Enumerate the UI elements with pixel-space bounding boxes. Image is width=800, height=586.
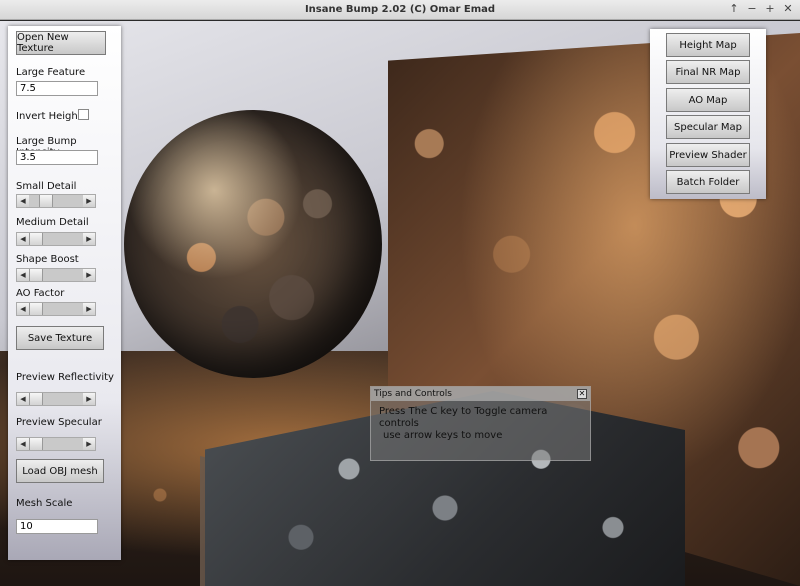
- ao-factor-label: AO Factor: [16, 288, 65, 299]
- close-icon[interactable]: ✕: [577, 389, 587, 399]
- tips-header[interactable]: Tips and Controls: [371, 387, 590, 401]
- tips-title: Tips and Controls: [374, 389, 452, 399]
- slider-track[interactable]: [29, 195, 83, 207]
- left-settings-panel: Open New Texture Large Feature 7.5 Inver…: [8, 26, 121, 560]
- arrow-right-icon[interactable]: ▶: [83, 195, 95, 207]
- large-feature-input[interactable]: 7.5: [16, 81, 98, 96]
- arrow-left-icon[interactable]: ◀: [17, 393, 29, 405]
- slider-thumb[interactable]: [29, 233, 43, 245]
- right-maps-panel: Height Map Final NR Map AO Map Specular …: [650, 29, 766, 199]
- tips-and-controls-window: Tips and Controls ✕ Press The C key to T…: [370, 386, 591, 461]
- shape-boost-slider[interactable]: ◀ ▶: [16, 268, 96, 282]
- small-detail-label: Small Detail: [16, 181, 77, 192]
- preview-reflectivity-label: Preview Reflectivity: [16, 372, 114, 383]
- slider-track[interactable]: [29, 393, 83, 405]
- slider-track[interactable]: [29, 303, 83, 315]
- preview-specular-slider[interactable]: ◀ ▶: [16, 437, 96, 451]
- large-feature-label: Large Feature: [16, 67, 86, 78]
- shape-boost-label: Shape Boost: [16, 254, 79, 265]
- maximize-button[interactable]: +: [764, 2, 776, 16]
- arrow-right-icon[interactable]: ▶: [83, 303, 95, 315]
- ao-factor-slider[interactable]: ◀ ▶: [16, 302, 96, 316]
- tips-body: Press The C key to Toggle camera control…: [371, 401, 590, 447]
- window-titlebar: Insane Bump 2.02 (C) Omar Emad ↑ − + ✕: [0, 0, 800, 20]
- arrow-right-icon[interactable]: ▶: [83, 393, 95, 405]
- preview-shader-button[interactable]: Preview Shader: [666, 143, 750, 167]
- load-obj-mesh-button[interactable]: Load OBJ mesh: [16, 459, 104, 483]
- slider-thumb[interactable]: [29, 438, 43, 450]
- invert-height-label: Invert Height: [16, 111, 82, 122]
- arrow-right-icon[interactable]: ▶: [83, 269, 95, 281]
- arrow-left-icon[interactable]: ◀: [17, 303, 29, 315]
- slider-thumb[interactable]: [29, 269, 43, 281]
- specular-map-button[interactable]: Specular Map: [666, 115, 750, 139]
- final-nr-map-button[interactable]: Final NR Map: [666, 60, 750, 84]
- arrow-right-icon[interactable]: ▶: [83, 438, 95, 450]
- textured-sphere: [124, 110, 382, 378]
- large-bump-intensity-input[interactable]: 3.5: [16, 150, 98, 165]
- mesh-scale-label: Mesh Scale: [16, 498, 73, 509]
- arrow-left-icon[interactable]: ◀: [17, 195, 29, 207]
- close-button[interactable]: ✕: [782, 2, 794, 16]
- tips-line-1: Press The C key to Toggle camera control…: [379, 406, 548, 429]
- slider-thumb[interactable]: [39, 195, 53, 207]
- arrow-left-icon[interactable]: ◀: [17, 233, 29, 245]
- slider-track[interactable]: [29, 438, 83, 450]
- minimize-button[interactable]: −: [746, 2, 758, 16]
- preview-specular-label: Preview Specular: [16, 417, 102, 428]
- open-texture-button[interactable]: Open New Texture: [16, 31, 106, 55]
- slider-track[interactable]: [29, 269, 83, 281]
- medium-detail-slider[interactable]: ◀ ▶: [16, 232, 96, 246]
- tips-line-2: use arrow keys to move: [383, 430, 503, 441]
- window-controls: ↑ − + ✕: [728, 2, 794, 16]
- invert-height-checkbox[interactable]: [78, 109, 89, 120]
- slider-track[interactable]: [29, 233, 83, 245]
- arrow-right-icon[interactable]: ▶: [83, 233, 95, 245]
- small-detail-slider[interactable]: ◀ ▶: [16, 194, 96, 208]
- window-title: Insane Bump 2.02 (C) Omar Emad: [304, 4, 496, 15]
- slider-thumb[interactable]: [29, 393, 43, 405]
- ao-map-button[interactable]: AO Map: [666, 88, 750, 112]
- preview-reflectivity-slider[interactable]: ◀ ▶: [16, 392, 96, 406]
- height-map-button[interactable]: Height Map: [666, 33, 750, 57]
- batch-folder-button[interactable]: Batch Folder: [666, 170, 750, 194]
- medium-detail-label: Medium Detail: [16, 217, 89, 228]
- arrow-left-icon[interactable]: ◀: [17, 438, 29, 450]
- save-texture-button[interactable]: Save Texture: [16, 326, 104, 350]
- mesh-scale-input[interactable]: 10: [16, 519, 98, 534]
- arrow-left-icon[interactable]: ◀: [17, 269, 29, 281]
- keep-above-button[interactable]: ↑: [728, 2, 740, 16]
- slider-thumb[interactable]: [29, 303, 43, 315]
